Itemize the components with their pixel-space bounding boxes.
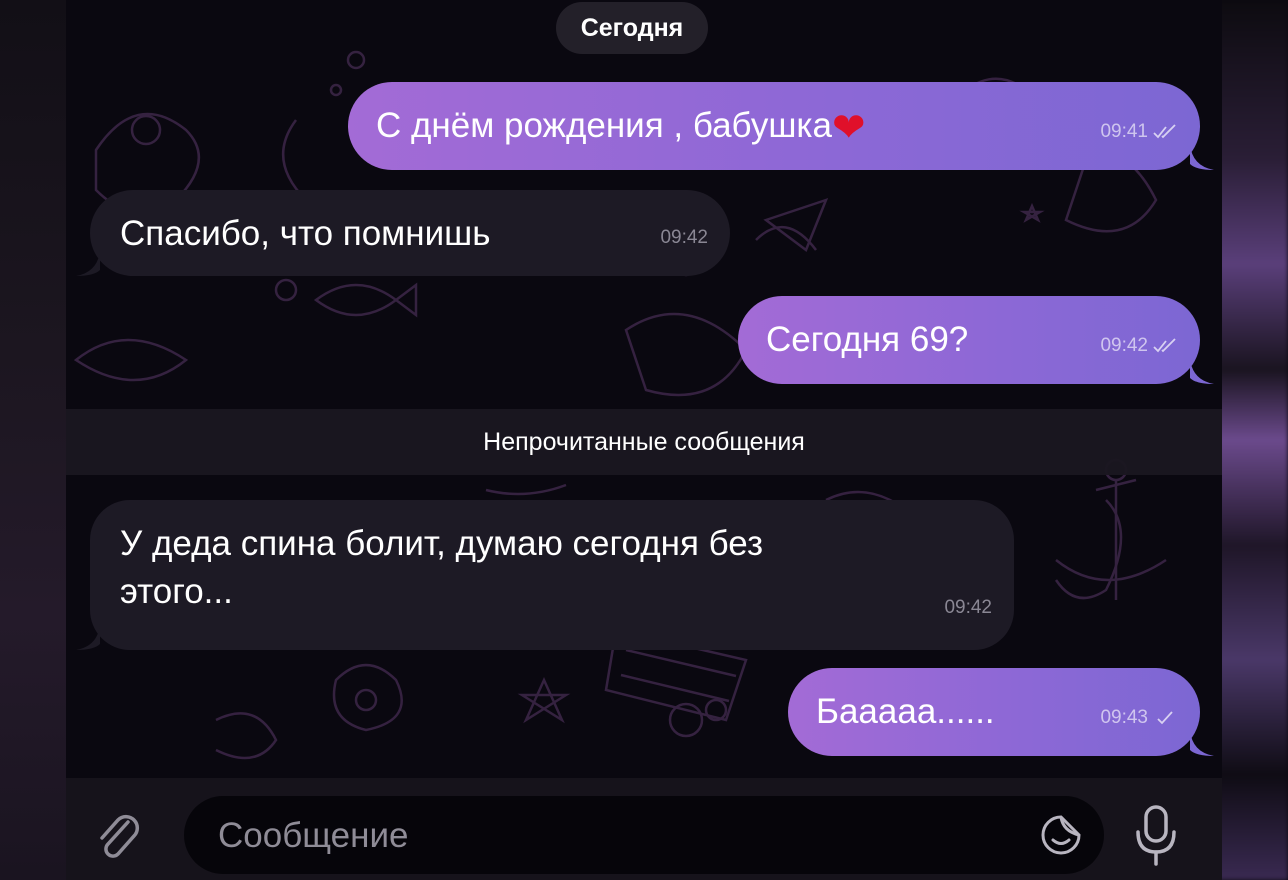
bubble-tail	[76, 624, 100, 650]
right-blur-edge	[1218, 0, 1288, 880]
chat-area[interactable]: Сегодня С днём рождения , бабушка❤ 09:41…	[66, 0, 1222, 880]
message-outgoing[interactable]: Бааааа...... 09:43	[788, 668, 1214, 756]
unread-messages-divider: Непрочитанные сообщения	[66, 409, 1222, 475]
bubble-tail	[1190, 730, 1214, 756]
message-input[interactable]	[216, 796, 1020, 876]
message-outgoing[interactable]: С днём рождения , бабушка❤ 09:41	[348, 82, 1214, 170]
message-outgoing[interactable]: Сегодня 69? 09:42	[738, 296, 1214, 384]
paperclip-icon[interactable]	[94, 808, 142, 864]
message-text: Спасибо, что помнишь	[120, 214, 491, 253]
message-text: С днём рождения , бабушка	[376, 106, 832, 145]
message-time: 09:42	[944, 597, 992, 618]
message-time: 09:41	[1100, 121, 1148, 142]
message-time: 09:43	[1100, 707, 1148, 728]
message-text: Бааааа......	[816, 692, 995, 731]
double-check-icon	[1153, 338, 1176, 353]
sticker-icon[interactable]	[1040, 814, 1082, 856]
single-check-icon	[1157, 711, 1173, 725]
message-time: 09:42	[1100, 335, 1148, 356]
message-incoming[interactable]: Спасибо, что помнишь 09:42	[76, 190, 730, 276]
left-blur-edge	[0, 0, 66, 880]
microphone-icon[interactable]	[1134, 804, 1178, 866]
message-text-line: этого...	[120, 572, 233, 611]
message-text-line: У деда спина болит, думаю сегодня без	[120, 524, 764, 563]
bubble-tail	[1190, 144, 1214, 170]
bubble-tail	[1190, 358, 1214, 384]
date-separator: Сегодня	[556, 2, 708, 54]
message-text: Сегодня 69?	[766, 320, 969, 359]
heart-emoji-icon: ❤	[831, 106, 866, 150]
message-incoming[interactable]: У деда спина болит, думаю сегодня без эт…	[76, 500, 1014, 650]
message-time: 09:42	[660, 227, 708, 248]
double-check-icon	[1153, 124, 1176, 139]
message-input-container[interactable]	[184, 796, 1104, 876]
bubble-tail	[76, 250, 100, 276]
